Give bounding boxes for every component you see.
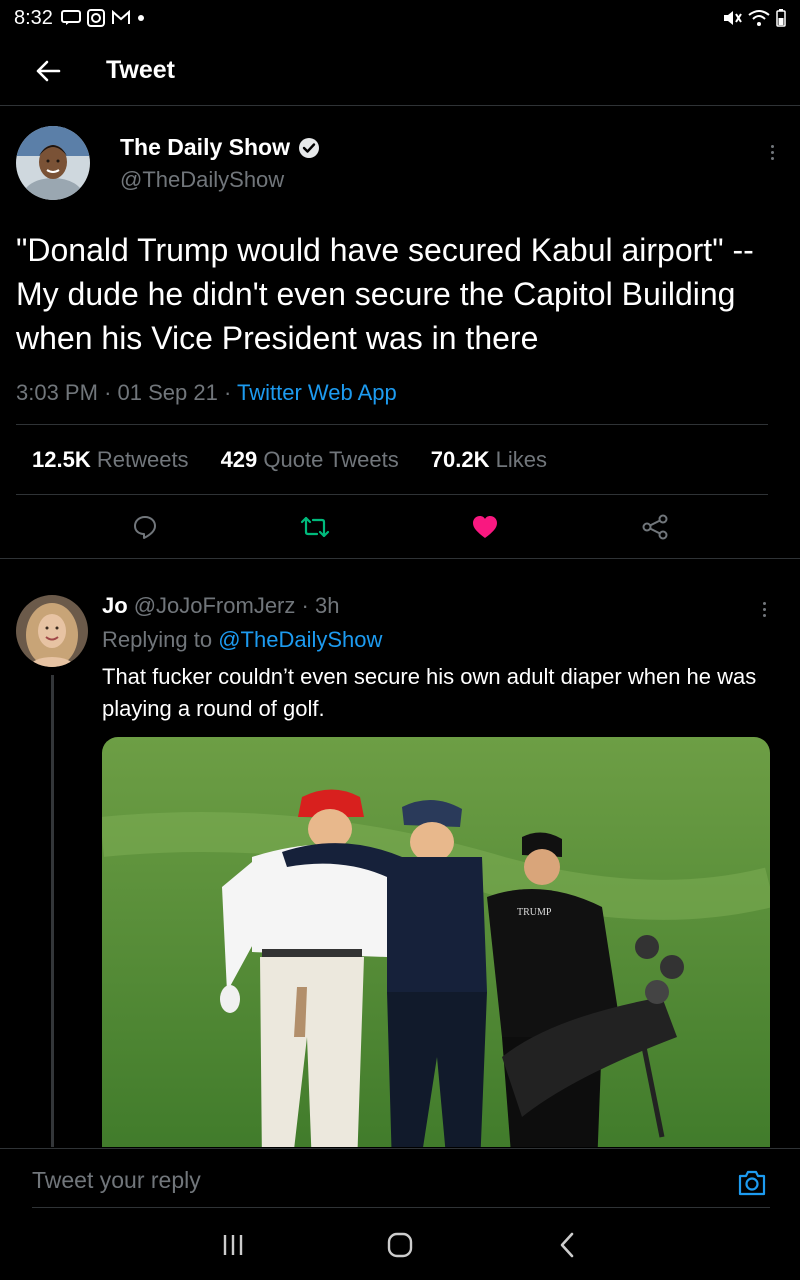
tweet-text: "Donald Trump would have secured Kabul a…	[16, 232, 754, 356]
avatar[interactable]	[16, 126, 90, 200]
quotes-count: 429	[220, 446, 258, 472]
reply-age: 3h	[314, 593, 340, 618]
more-dot-icon	[770, 156, 774, 160]
system-nav-bar	[0, 1210, 800, 1280]
reply-display-name[interactable]: Jo	[102, 593, 128, 619]
system-icons	[722, 9, 786, 27]
tweet-time: 3:03 PM	[16, 380, 98, 405]
system-back-button[interactable]	[537, 1215, 597, 1275]
reply-image[interactable]: TRUMP	[102, 737, 770, 1147]
thread-line	[51, 675, 54, 1147]
retweet-icon	[300, 516, 330, 537]
reply-body: Jo @JoJoFromJerz · 3h Replying to @TheDa…	[102, 593, 782, 1147]
meta-separator: ·	[104, 380, 118, 405]
battery-icon	[776, 9, 786, 27]
top-header: Tweet	[0, 36, 800, 106]
heart-icon	[473, 515, 497, 538]
quotes-label: Quote Tweets	[263, 446, 399, 472]
retweet-button[interactable]	[295, 507, 335, 547]
share-icon	[642, 514, 668, 539]
wifi-icon	[748, 10, 770, 26]
notification-icons	[60, 9, 145, 27]
recent-apps-button[interactable]	[203, 1215, 263, 1275]
reply-icon	[134, 515, 156, 539]
tweet-source-link[interactable]: Twitter Web App	[237, 380, 397, 405]
reply-input[interactable]: Tweet your reply	[32, 1167, 201, 1194]
recents-icon	[224, 1235, 243, 1255]
reply-separator: ·	[295, 593, 315, 618]
more-options-button[interactable]	[760, 140, 784, 164]
home-button[interactable]	[370, 1215, 430, 1275]
author-handle[interactable]: @TheDailyShow	[120, 167, 320, 193]
reply-header: Jo @JoJoFromJerz · 3h	[102, 593, 782, 619]
page-title: Tweet	[106, 56, 175, 84]
reply-tweet[interactable]: Jo @JoJoFromJerz · 3h Replying to @TheDa…	[0, 575, 800, 1147]
golf-photo: TRUMP	[102, 737, 770, 1147]
gmail-icon	[111, 10, 130, 24]
tweet-date: 01 Sep 21	[117, 380, 218, 405]
likes-count: 70.2K	[430, 446, 490, 472]
author-names: The Daily Show @TheDailyShow	[120, 134, 320, 193]
reply-handle[interactable]: @JoJoFromJerz	[134, 593, 296, 619]
reply-input-underline	[32, 1207, 770, 1208]
more-dot-icon	[770, 150, 774, 154]
like-button[interactable]	[465, 507, 505, 547]
more-dot-icon	[770, 144, 774, 148]
author-display-name[interactable]: The Daily Show	[120, 134, 290, 161]
retweets-count: 12.5K	[32, 446, 91, 472]
replying-to: Replying to @TheDailyShow	[102, 627, 782, 653]
home-icon	[387, 1232, 413, 1258]
verified-badge-icon	[298, 137, 319, 158]
share-button[interactable]	[635, 507, 675, 547]
reply-composer: Tweet your reply	[0, 1148, 800, 1210]
caddie-logo-text: TRUMP	[517, 907, 552, 918]
reply-button[interactable]	[125, 507, 165, 547]
avatar-image	[16, 126, 90, 200]
status-bar: 8:32	[0, 0, 800, 36]
mute-icon	[724, 11, 742, 25]
tweet-stats: 12.5K Retweets 429 Quote Tweets 70.2K Li…	[16, 425, 768, 495]
reply-avatar-image	[16, 595, 88, 667]
tweet-meta: 3:03 PM · 01 Sep 21 · Twitter Web App	[16, 380, 768, 425]
tweet-actions	[0, 495, 800, 559]
dot-icon	[137, 15, 144, 21]
author-name-line: The Daily Show	[120, 134, 320, 161]
likes-stat[interactable]: 70.2K Likes	[431, 447, 547, 473]
chat-icon	[60, 10, 81, 25]
reply-text: That fucker couldn’t even secure his own…	[102, 664, 757, 721]
back-button[interactable]	[20, 43, 76, 99]
status-time: 8:32	[14, 6, 53, 29]
app-icon	[86, 9, 105, 27]
likes-label: Likes	[495, 446, 547, 472]
retweets-stat[interactable]: 12.5K Retweets	[32, 447, 189, 473]
camera-button[interactable]	[736, 1167, 768, 1199]
meta-separator: ·	[223, 380, 237, 405]
arrow-left-icon	[36, 60, 61, 81]
chevron-left-icon	[560, 1232, 573, 1258]
author-row: The Daily Show @TheDailyShow	[16, 126, 784, 206]
reply-avatar[interactable]	[16, 595, 88, 667]
replying-prefix: Replying to	[102, 627, 213, 652]
retweets-label: Retweets	[96, 446, 189, 472]
replying-to-link[interactable]: @TheDailyShow	[218, 627, 382, 652]
main-tweet: The Daily Show @TheDailyShow "Donald Tru…	[0, 106, 800, 559]
quotes-stat[interactable]: 429 Quote Tweets	[221, 447, 399, 473]
camera-icon	[738, 1170, 766, 1196]
